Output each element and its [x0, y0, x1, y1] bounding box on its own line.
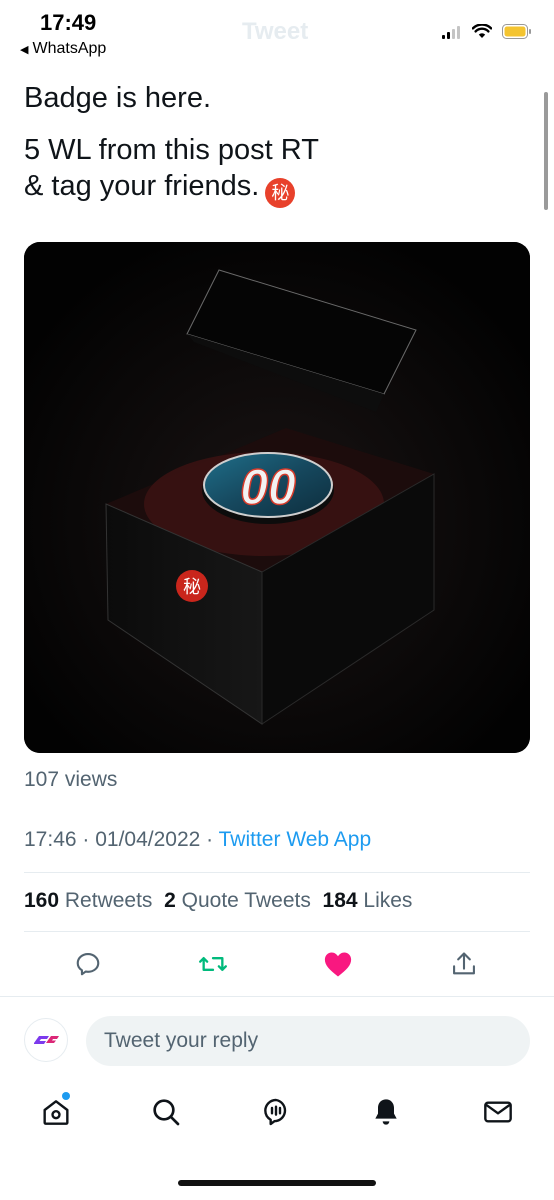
- share-icon: [453, 952, 475, 975]
- new-content-dot: [62, 1092, 70, 1100]
- view-count: 107 views: [24, 768, 118, 791]
- tweet-meta: 17:46 · 01/04/2022 · Twitter Web App: [24, 828, 372, 851]
- reply-input[interactable]: Tweet your reply: [86, 1016, 530, 1066]
- tab-search[interactable]: [144, 1090, 188, 1134]
- tweet-text-line2b: & tag your friends.: [24, 170, 260, 202]
- battery-icon: [502, 24, 531, 39]
- quotes-label: Quote Tweets: [181, 889, 311, 912]
- share-button[interactable]: [444, 944, 484, 984]
- tweet-actions: [0, 944, 554, 984]
- status-time: 17:49: [40, 10, 97, 35]
- tab-notifications[interactable]: [364, 1090, 408, 1134]
- quotes-count: 2: [164, 889, 176, 912]
- section-divider: [0, 996, 554, 997]
- home-icon: [43, 1100, 69, 1125]
- page-title: Tweet: [242, 18, 309, 45]
- status-bar: 17:49 ◀ WhatsApp Tweet: [0, 0, 554, 66]
- back-arrow-icon: ◀: [20, 44, 29, 56]
- avatar-logo-icon: [34, 1036, 59, 1044]
- bottom-tab-bar: [0, 1090, 554, 1140]
- back-app-label: WhatsApp: [32, 40, 107, 57]
- tweet-image[interactable]: 00 秘: [24, 242, 530, 753]
- tweet-text-line1: Badge is here.: [24, 82, 212, 114]
- likes-count: 184: [322, 889, 358, 912]
- tab-home[interactable]: [34, 1090, 78, 1134]
- reply-icon: [76, 953, 100, 976]
- like-button[interactable]: [318, 944, 358, 984]
- retweet-icon: [199, 957, 227, 971]
- scrollbar[interactable]: [544, 92, 548, 210]
- retweets-count: 160: [24, 889, 60, 912]
- retweets-stat[interactable]: 160 Retweets: [24, 889, 152, 912]
- status-icons: [442, 24, 532, 39]
- avatar[interactable]: [24, 1018, 68, 1062]
- retweets-label: Retweets: [64, 889, 153, 912]
- wifi-icon: [472, 24, 492, 38]
- reply-button[interactable]: [68, 944, 108, 984]
- home-indicator[interactable]: [178, 1180, 376, 1186]
- tweet-date: 01/04/2022: [95, 828, 201, 851]
- quotes-stat[interactable]: 2 Quote Tweets: [164, 889, 311, 912]
- likes-stat[interactable]: 184 Likes: [323, 889, 413, 912]
- divider: [24, 872, 530, 873]
- retweet-button[interactable]: [193, 944, 233, 984]
- notifications-icon: [375, 1099, 397, 1125]
- badge-text: 00: [240, 459, 296, 515]
- tweet-text-block: 5 WL from this post RT & tag your friend…: [24, 132, 319, 208]
- search-icon: [153, 1099, 180, 1126]
- signal-icon: [442, 25, 460, 39]
- box-emblem: 秘: [183, 577, 201, 598]
- messages-icon: [484, 1101, 512, 1123]
- badge-box-illustration: 00 秘: [24, 242, 530, 753]
- secret-emoji: 秘: [265, 178, 296, 208]
- tab-messages[interactable]: [476, 1090, 520, 1134]
- like-icon: [324, 952, 352, 977]
- tweet-text-line2a: 5 WL from this post RT: [24, 134, 319, 166]
- tweet-source-link[interactable]: Twitter Web App: [219, 828, 372, 851]
- tweet-time: 17:46: [24, 828, 77, 851]
- back-to-app-link[interactable]: ◀ WhatsApp: [20, 40, 106, 58]
- tab-spaces[interactable]: [254, 1090, 298, 1134]
- reply-placeholder: Tweet your reply: [104, 1029, 259, 1052]
- likes-label: Likes: [363, 889, 413, 912]
- divider: [24, 931, 530, 932]
- spaces-icon: [264, 1098, 287, 1126]
- tweet-stats: 160 Retweets 2 Quote Tweets 184 Likes: [24, 889, 412, 913]
